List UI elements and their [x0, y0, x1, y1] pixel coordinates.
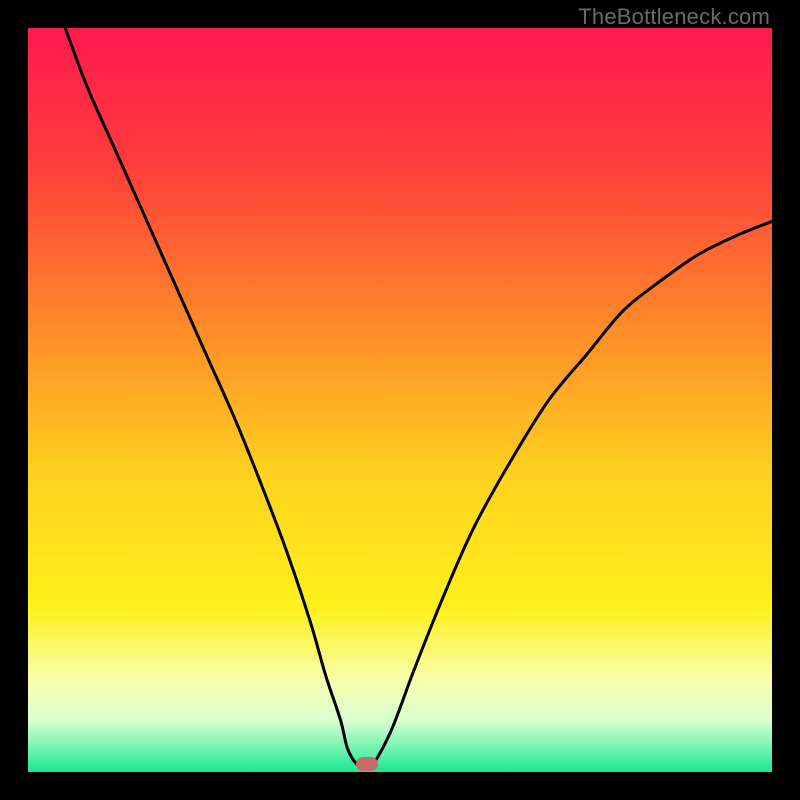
optimal-point-marker [356, 757, 378, 771]
bottleneck-curve [28, 28, 772, 772]
chart-frame [28, 28, 772, 772]
plot-area [28, 28, 772, 772]
watermark-text: TheBottleneck.com [578, 4, 770, 30]
